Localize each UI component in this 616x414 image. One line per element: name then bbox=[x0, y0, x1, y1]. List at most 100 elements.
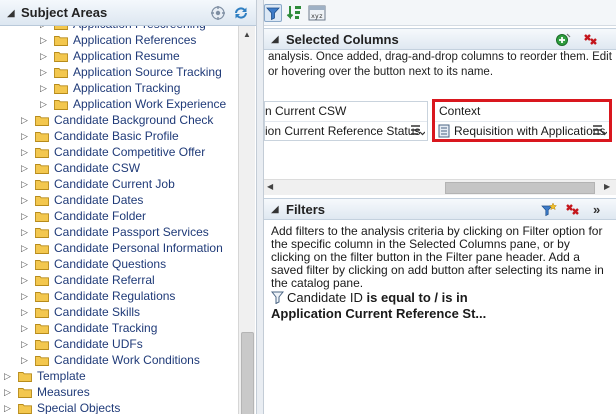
new-filter-icon[interactable] bbox=[540, 202, 558, 218]
expand-icon[interactable]: ▷ bbox=[21, 256, 28, 272]
column-options-icon[interactable] bbox=[409, 122, 425, 138]
scroll-right-arrow-icon[interactable]: ▶ bbox=[604, 182, 610, 191]
folder-icon bbox=[35, 308, 49, 318]
tree-item[interactable]: ▷ Special Objects bbox=[0, 400, 238, 414]
filter-value[interactable]: Application Current Reference St... bbox=[271, 306, 486, 321]
tree-item[interactable]: ▷ Candidate Folder bbox=[0, 208, 238, 224]
expand-icon[interactable]: ▷ bbox=[21, 352, 28, 368]
expand-icon[interactable]: ▷ bbox=[4, 384, 11, 400]
filter-item[interactable]: Candidate ID is equal to / is in bbox=[271, 290, 468, 305]
expand-icon[interactable]: ▷ bbox=[21, 336, 28, 352]
collapse-icon[interactable]: ◢ bbox=[271, 204, 279, 215]
tree-item-label: Application Work Experience bbox=[73, 97, 227, 111]
scroll-left-arrow-icon[interactable]: ◀ bbox=[267, 182, 273, 191]
tree-item[interactable]: ▷ Application References bbox=[0, 32, 238, 48]
tree-item[interactable]: ▷ Candidate Skills bbox=[0, 304, 238, 320]
scroll-thumb[interactable] bbox=[241, 332, 254, 414]
column-folder-text: n Current CSW bbox=[265, 104, 347, 118]
tree-item[interactable]: ▷ Application Work Experience bbox=[0, 96, 238, 112]
tree-item[interactable]: ▷ Candidate UDFs bbox=[0, 336, 238, 352]
sort-icon[interactable] bbox=[286, 4, 304, 22]
tree-item[interactable]: ▷ Candidate Tracking bbox=[0, 320, 238, 336]
tree-item[interactable]: ▷ Measures bbox=[0, 384, 238, 400]
delete-filters-icon[interactable] bbox=[564, 202, 582, 218]
expand-icon[interactable]: ▷ bbox=[4, 368, 11, 384]
columns-horizontal-scrollbar[interactable]: ◀ ▶ bbox=[264, 179, 616, 195]
tree-item[interactable]: ▷ Candidate Current Job bbox=[0, 176, 238, 192]
filters-header: ◢ Filters » bbox=[264, 198, 616, 220]
expand-icon[interactable]: ▷ bbox=[40, 48, 47, 64]
tree-item[interactable]: ▷ Candidate Questions bbox=[0, 256, 238, 272]
column-group-1[interactable]: n Current CSW ion Current Reference Stat… bbox=[264, 101, 428, 141]
expand-icon[interactable]: ▷ bbox=[21, 144, 28, 160]
collapse-icon[interactable]: ◢ bbox=[271, 34, 279, 45]
expand-icon[interactable]: ▷ bbox=[21, 240, 28, 256]
expand-icon[interactable]: ▷ bbox=[21, 320, 28, 336]
folder-icon bbox=[35, 276, 49, 286]
folder-icon bbox=[35, 148, 49, 158]
tree-item[interactable]: ▷ Template bbox=[0, 368, 238, 384]
pane-splitter[interactable] bbox=[256, 0, 264, 414]
tree-item[interactable]: ▷ Candidate Personal Information bbox=[0, 240, 238, 256]
tree-item[interactable]: ▷ Application Tracking bbox=[0, 80, 238, 96]
refresh-icon[interactable] bbox=[232, 5, 248, 21]
tree-item[interactable]: ▷ Candidate Work Conditions bbox=[0, 352, 238, 368]
tree-item[interactable]: ▷ Candidate Referral bbox=[0, 272, 238, 288]
tree-item-label: Application References bbox=[73, 33, 197, 47]
expand-icon[interactable]: ▷ bbox=[40, 32, 47, 48]
tree-item[interactable]: ▷ Candidate CSW bbox=[0, 160, 238, 176]
expand-icon[interactable]: ▷ bbox=[21, 272, 28, 288]
expand-icon[interactable]: ▷ bbox=[21, 128, 28, 144]
column-item[interactable]: ion Current Reference Status bbox=[265, 121, 427, 139]
tree-vertical-scrollbar[interactable]: ▲ bbox=[238, 26, 255, 414]
more-icon[interactable]: » bbox=[593, 202, 600, 217]
folder-icon bbox=[35, 324, 49, 334]
expand-icon[interactable]: ▷ bbox=[40, 96, 47, 112]
refresh-settings-icon[interactable] bbox=[210, 5, 226, 21]
expand-icon[interactable]: ▷ bbox=[21, 208, 28, 224]
folder-icon bbox=[35, 244, 49, 254]
add-column-icon[interactable] bbox=[555, 32, 572, 48]
expand-icon[interactable]: ▷ bbox=[21, 192, 28, 208]
svg-text:xyz: xyz bbox=[311, 12, 323, 20]
hint-line-1: analysis. Once added, drag-and-drop colu… bbox=[268, 51, 614, 63]
expand-icon[interactable]: ▷ bbox=[21, 160, 28, 176]
folder-icon bbox=[54, 36, 68, 46]
expand-icon[interactable]: ▷ bbox=[21, 176, 28, 192]
tree-item[interactable]: ▷ Application Resume bbox=[0, 48, 238, 64]
folder-icon bbox=[35, 116, 49, 126]
xyz-icon[interactable]: xyz bbox=[308, 4, 326, 22]
expand-icon[interactable]: ▷ bbox=[40, 64, 47, 80]
selected-columns-title: Selected Columns bbox=[286, 32, 399, 47]
filters-help-text: Add filters to the analysis criteria by … bbox=[271, 224, 604, 290]
criteria-pane: xyz ◢ Selected Columns analysis. Once ad… bbox=[264, 0, 616, 414]
tree-item-label: Candidate Background Check bbox=[54, 113, 214, 127]
remove-all-icon[interactable] bbox=[582, 32, 600, 48]
folder-icon bbox=[35, 132, 49, 142]
collapse-icon[interactable]: ◢ bbox=[7, 8, 15, 19]
tree-item[interactable]: ▷ Candidate Passport Services bbox=[0, 224, 238, 240]
tree-item[interactable]: ▷ Candidate Competitive Offer bbox=[0, 144, 238, 160]
tree-item-label: Candidate Dates bbox=[54, 193, 144, 207]
expand-icon[interactable]: ▷ bbox=[21, 112, 28, 128]
tree-item[interactable]: ▷ Candidate Background Check bbox=[0, 112, 238, 128]
tree-item[interactable]: ▷ Candidate Regulations bbox=[0, 288, 238, 304]
tree-item-label: Candidate Skills bbox=[54, 305, 141, 319]
tree-item-label: Candidate Referral bbox=[54, 273, 155, 287]
folder-icon bbox=[18, 404, 32, 414]
scroll-thumb[interactable] bbox=[445, 182, 595, 194]
tree-item[interactable]: ▷ Candidate Basic Profile bbox=[0, 128, 238, 144]
expand-icon[interactable]: ▷ bbox=[40, 80, 47, 96]
folder-icon bbox=[35, 196, 49, 206]
scroll-up-arrow-icon[interactable]: ▲ bbox=[243, 30, 251, 39]
folder-icon bbox=[18, 388, 32, 398]
expand-icon[interactable]: ▷ bbox=[21, 224, 28, 240]
tree-item[interactable]: ▷ Candidate Dates bbox=[0, 192, 238, 208]
expand-icon[interactable]: ▷ bbox=[4, 400, 11, 414]
folder-icon bbox=[35, 292, 49, 302]
filter-icon[interactable] bbox=[264, 4, 282, 22]
expand-icon[interactable]: ▷ bbox=[21, 304, 28, 320]
tree-item[interactable]: ▷ Application Source Tracking bbox=[0, 64, 238, 80]
expand-icon[interactable]: ▷ bbox=[21, 288, 28, 304]
folder-icon bbox=[35, 212, 49, 222]
